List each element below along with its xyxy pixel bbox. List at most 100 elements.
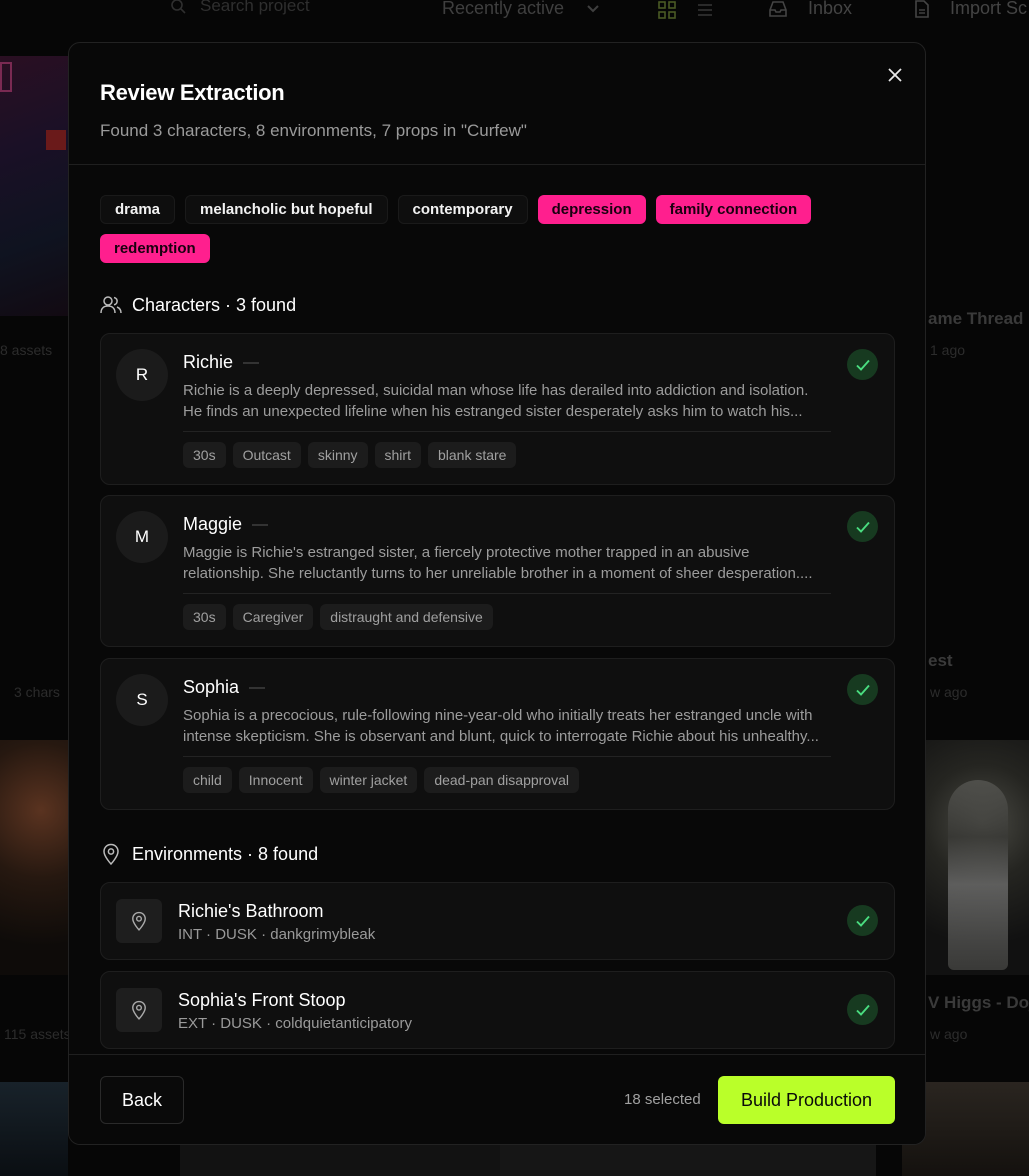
environment-card[interactable]: Richie's Bathroom INT · DUSK · dankgrimy… <box>100 882 895 960</box>
character-description: Sophia is a precocious, rule-following n… <box>183 707 819 745</box>
users-icon <box>100 294 122 316</box>
trait-chip: winter jacket <box>319 767 418 793</box>
trait-chip: Outcast <box>232 442 301 468</box>
grid-view-icon <box>658 1 676 19</box>
project-meta: 8 assets <box>0 342 53 358</box>
search-placeholder: Search project <box>200 0 310 15</box>
select-checkbox[interactable] <box>847 674 878 705</box>
review-extraction-modal: Review Extraction Found 3 characters, 8 … <box>68 42 926 1145</box>
environment-name: Sophia's Front Stoop <box>178 990 346 1010</box>
tag-highlighted[interactable]: family connection <box>655 195 812 224</box>
project-thumbnail <box>0 1082 68 1176</box>
map-pin-icon <box>116 988 162 1032</box>
back-button[interactable]: Back <box>100 1076 184 1124</box>
character-card[interactable]: M Maggie Maggie is Richie's estranged si… <box>100 495 895 647</box>
project-meta: 115 assets <box>4 1026 71 1042</box>
avatar: M <box>116 511 168 563</box>
import-link: Import Sc <box>914 0 1027 19</box>
chevron-down-icon <box>587 4 599 12</box>
modal-subtitle: Found 3 characters, 8 environments, 7 pr… <box>100 121 527 140</box>
build-production-button[interactable]: Build Production <box>718 1076 895 1124</box>
trait-chip: 30s <box>183 442 226 468</box>
check-icon <box>855 359 870 371</box>
trait-list: child Innocent winter jacket dead-pan di… <box>183 767 579 793</box>
search-area: Search project <box>170 0 310 16</box>
genre-tag-list: drama melancholic but hopeful contempora… <box>100 195 820 263</box>
modal-footer: Back 18 selected Build Production <box>69 1054 925 1144</box>
environment-name: Richie's Bathroom <box>178 901 324 921</box>
characters-heading-label: Characters · 3 found <box>132 294 297 315</box>
trait-chip: dead-pan disapproval <box>424 767 579 793</box>
map-pin-icon <box>116 899 162 943</box>
project-thumbnail <box>500 1140 876 1176</box>
environments-heading: Environments · 8 found <box>100 843 318 865</box>
select-checkbox[interactable] <box>847 349 878 380</box>
character-card[interactable]: R Richie Richie is a deeply depressed, s… <box>100 333 895 485</box>
project-meta: w ago <box>930 1026 968 1042</box>
character-name: Sophia <box>183 677 266 698</box>
environments-heading-label: Environments · 8 found <box>132 843 319 864</box>
trait-chip: blank stare <box>427 442 517 468</box>
tag[interactable]: melancholic but hopeful <box>185 195 388 224</box>
project-meta: 3 chars <box>14 684 60 700</box>
divider <box>183 593 831 594</box>
check-icon <box>855 915 870 927</box>
view-toggle <box>657 0 715 20</box>
check-icon <box>855 684 870 696</box>
trait-list: 30s Caregiver distraught and defensive <box>183 604 493 630</box>
trait-chip: Caregiver <box>232 604 314 630</box>
character-description: Maggie is Richie's estranged sister, a f… <box>183 544 813 582</box>
divider <box>183 756 831 757</box>
project-title: V Higgs - Doj <box>928 993 1029 1012</box>
list-view-icon <box>698 4 712 16</box>
sort-label: Recently active <box>442 0 565 18</box>
tag-highlighted[interactable]: redemption <box>100 234 210 263</box>
environment-card[interactable]: Sophia's Front Stoop EXT · DUSK · coldqu… <box>100 971 895 1049</box>
character-name: Richie <box>183 352 260 373</box>
character-card[interactable]: S Sophia Sophia is a precocious, rule-fo… <box>100 658 895 810</box>
avatar: S <box>116 674 168 726</box>
modal-header: Review Extraction Found 3 characters, 8 … <box>69 43 925 165</box>
tag-highlighted[interactable]: depression <box>537 195 646 224</box>
check-icon <box>855 521 870 533</box>
project-thumbnail <box>0 740 68 975</box>
select-checkbox[interactable] <box>847 905 878 936</box>
environment-meta: EXT · DUSK · coldquietanticipatory <box>178 1015 412 1032</box>
project-meta: 1 ago <box>930 342 966 358</box>
characters-heading: Characters · 3 found <box>100 294 296 316</box>
select-checkbox[interactable] <box>847 511 878 542</box>
character-description: Richie is a deeply depressed, suicidal m… <box>183 382 809 420</box>
select-checkbox[interactable] <box>847 994 878 1025</box>
project-thumbnail <box>0 56 68 316</box>
modal-title: Review Extraction <box>100 80 285 105</box>
document-icon <box>915 0 929 18</box>
inbox-label: Inbox <box>808 0 853 18</box>
sort-dropdown: Recently active <box>442 0 600 19</box>
environment-meta: INT · DUSK · dankgrimybleak <box>178 926 376 943</box>
tag[interactable]: drama <box>100 195 176 224</box>
trait-chip: skinny <box>307 442 368 468</box>
close-icon <box>888 68 902 82</box>
avatar: R <box>116 349 168 401</box>
tag[interactable]: contemporary <box>397 195 528 224</box>
project-title: ame Thread <box>928 309 1024 328</box>
trait-chip: shirt <box>374 442 421 468</box>
project-title: est <box>928 651 953 670</box>
project-thumbnail <box>180 1140 500 1176</box>
inbox-icon <box>769 0 787 17</box>
trait-chip: Innocent <box>238 767 313 793</box>
trait-chip: distraught and defensive <box>320 604 493 630</box>
selected-count: 18 selected <box>624 1091 701 1108</box>
inbox-link: Inbox <box>768 0 852 19</box>
project-meta: w ago <box>930 684 968 700</box>
check-icon <box>855 1004 870 1016</box>
close-button[interactable] <box>883 63 907 87</box>
top-bar: Search project Recently active Inbox Imp… <box>0 0 1029 22</box>
divider <box>183 431 831 432</box>
trait-chip: child <box>183 767 232 793</box>
project-thumbnail <box>926 740 1029 975</box>
import-label: Import Sc <box>950 0 1028 18</box>
search-icon <box>171 0 186 14</box>
map-pin-icon <box>100 843 122 865</box>
modal-body[interactable]: drama melancholic but hopeful contempora… <box>69 166 925 1053</box>
